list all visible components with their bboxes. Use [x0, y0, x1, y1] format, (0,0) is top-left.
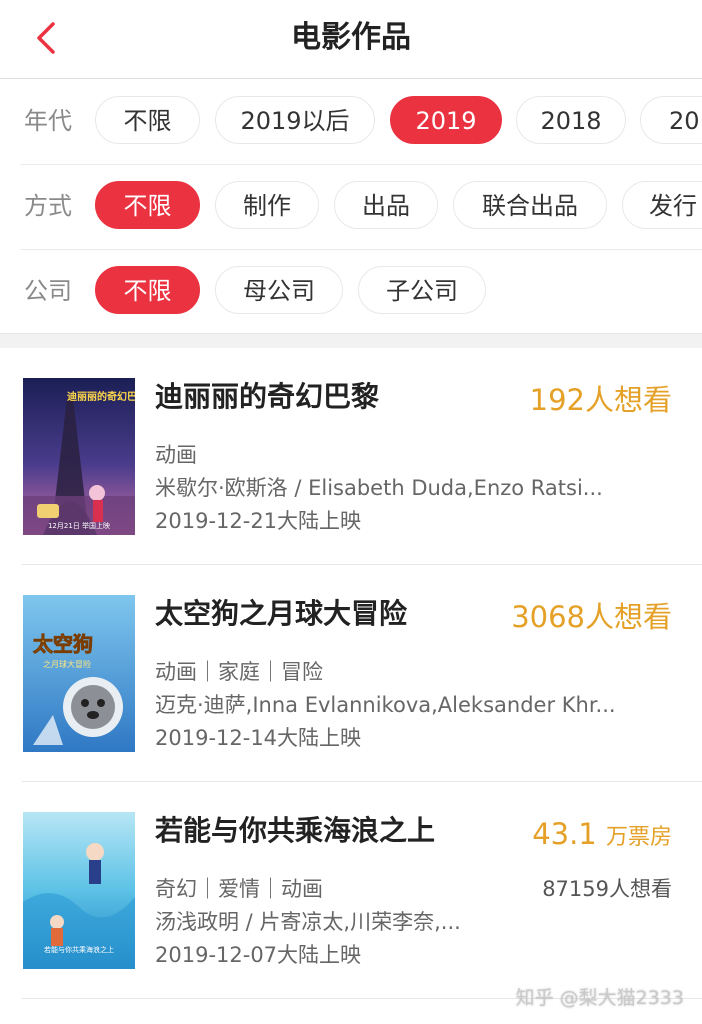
poster-title-text: 若能与你共乘海浪之上: [44, 945, 114, 954]
box-office: 43.1 万票房: [532, 814, 672, 858]
box-office-unit: 万票房: [605, 825, 672, 850]
release-date: 2019-12-21大陆上映: [155, 509, 362, 533]
filter-row-era: 年代 不限 2019以后 2019 2018 201: [0, 79, 702, 164]
movie-cast: 汤浅政明 / 片寄凉太,川荣李奈,...: [155, 910, 461, 934]
want-count: 192人想看: [529, 383, 672, 417]
movie-title: 太空狗之月球大冒险: [155, 597, 408, 630]
method-chip-produce[interactable]: 制作: [215, 181, 319, 229]
filter-label-era: 年代: [24, 107, 72, 135]
filter-row-company: 公司 不限 母公司 子公司: [0, 249, 702, 334]
movie-genre: 奇幻｜爱情｜动画: [155, 877, 323, 901]
section-divider: [0, 333, 702, 348]
era-chip-any[interactable]: 不限: [95, 96, 200, 144]
movie-poster[interactable]: 太空狗 之月球大冒险: [23, 595, 135, 752]
movie-genre: 动画: [155, 443, 197, 467]
era-chip-after-2019[interactable]: 2019以后: [215, 96, 375, 144]
watermark: 知乎 @梨大猫2333: [515, 987, 684, 1009]
movie-poster[interactable]: 若能与你共乘海浪之上: [23, 812, 135, 969]
method-chip-any[interactable]: 不限: [95, 181, 200, 229]
movie-title: 若能与你共乘海浪之上: [155, 814, 436, 847]
movie-item[interactable]: 若能与你共乘海浪之上 若能与你共乘海浪之上 43.1 万票房 奇幻｜爱情｜动画 …: [0, 782, 702, 999]
poster-subtitle-text: 之月球大冒险: [43, 659, 91, 669]
movie-genre: 动画｜家庭｜冒险: [155, 660, 323, 684]
method-chip-distribute[interactable]: 发行: [622, 181, 702, 229]
movie-poster[interactable]: 迪丽丽的奇幻巴黎 12月21日 举国上映: [23, 378, 135, 535]
era-chip-2018[interactable]: 2018: [516, 96, 626, 144]
poster-title-text: 太空狗: [33, 632, 93, 656]
movie-cast: 米歇尔·欧斯洛 / Elisabeth Duda,Enzo Ratsi...: [155, 476, 603, 500]
release-date: 2019-12-07大陆上映: [155, 943, 362, 967]
movie-item[interactable]: 迪丽丽的奇幻巴黎 12月21日 举国上映 迪丽丽的奇幻巴黎 192人想看 动画 …: [0, 348, 702, 565]
company-chip-parent[interactable]: 母公司: [215, 266, 343, 314]
poster-title-text: 迪丽丽的奇幻巴黎: [67, 390, 135, 403]
filter-label-method: 方式: [24, 192, 72, 220]
filter-panel: 年代 不限 2019以后 2019 2018 201 方式 不限 制作 出品 联…: [0, 79, 702, 333]
method-chip-present[interactable]: 出品: [334, 181, 438, 229]
era-chip-2019[interactable]: 2019: [390, 96, 502, 144]
box-office-value: 43.1: [532, 817, 597, 851]
movie-title: 迪丽丽的奇幻巴黎: [155, 380, 380, 413]
release-date: 2019-12-14大陆上映: [155, 726, 362, 750]
poster-date-text: 12月21日 举国上映: [48, 521, 110, 530]
era-chip-2017[interactable]: 201: [640, 96, 702, 144]
method-chip-co-present[interactable]: 联合出品: [453, 181, 607, 229]
filter-row-method: 方式 不限 制作 出品 联合出品 发行: [0, 164, 702, 249]
company-chip-subsidiary[interactable]: 子公司: [358, 266, 486, 314]
want-count: 87159人想看: [542, 877, 672, 901]
page-title: 电影作品: [291, 20, 411, 55]
top-bar: 电影作品: [0, 0, 702, 79]
want-count: 3068人想看: [511, 600, 672, 634]
filter-label-company: 公司: [24, 277, 72, 305]
movie-cast: 迈克·迪萨,Inna Evlannikova,Aleksander Khr...: [155, 693, 616, 717]
company-chip-any[interactable]: 不限: [95, 266, 200, 314]
movie-item[interactable]: 太空狗 之月球大冒险 太空狗之月球大冒险 3068人想看 动画｜家庭｜冒险 迈克…: [0, 565, 702, 782]
